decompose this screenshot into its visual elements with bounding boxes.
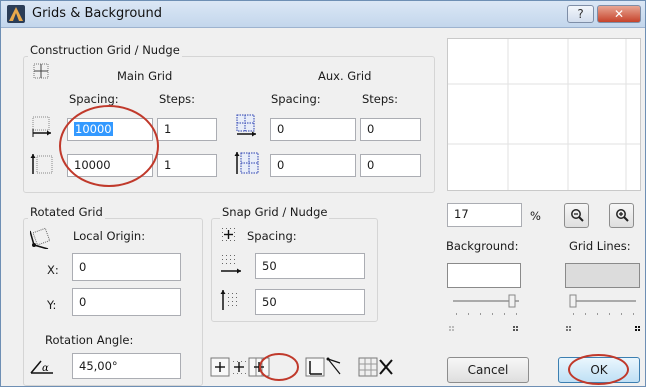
close-button[interactable]: ✕ — [597, 5, 641, 23]
origin-y-input[interactable]: 0 — [72, 288, 181, 316]
construction-grid-group-label: Construction Grid / Nudge — [28, 43, 182, 57]
background-slider[interactable] — [447, 293, 523, 333]
origin-icon — [30, 227, 51, 249]
background-slider-thumb[interactable] — [508, 294, 516, 308]
snap-grid-group-label: Snap Grid / Nudge — [220, 205, 330, 219]
main-spacing-x-input[interactable]: 10000 — [67, 118, 153, 141]
main-steps-x-input[interactable]: 1 — [157, 118, 217, 141]
snap-spacing-y-input[interactable]: 50 — [255, 289, 365, 315]
grid-lines-color-swatch[interactable] — [565, 263, 640, 288]
aux-steps-label: Steps: — [362, 92, 399, 106]
aux-grid-label: Aux. Grid — [318, 69, 372, 83]
rotated-grid-group-label: Rotated Grid — [28, 205, 105, 219]
vertical-spacing-icon — [30, 154, 53, 174]
app-icon — [7, 5, 25, 23]
angle-icon: α — [30, 360, 53, 374]
main-steps-label: Steps: — [159, 92, 196, 106]
aux-spacing-y-input[interactable]: 0 — [270, 154, 356, 177]
window-title: Grids & Background — [32, 6, 163, 21]
x-label: X: — [47, 263, 59, 277]
rotated-grid-mode-icon[interactable] — [305, 357, 341, 377]
snap-spacing-x-input[interactable]: 50 — [255, 253, 365, 279]
snap-grid-icon — [222, 228, 235, 241]
aux-steps-y-input[interactable]: 0 — [360, 154, 421, 177]
horizontal-spacing-icon — [32, 116, 51, 137]
aux-spacing-x-input[interactable]: 0 — [270, 118, 356, 141]
title-bar: Grids & Background ? ✕ — [1, 1, 645, 28]
zoom-in-icon — [615, 209, 629, 222]
rotation-angle-input[interactable]: 45,00° — [72, 353, 181, 379]
main-spacing-x-value: 10000 — [74, 122, 113, 136]
help-button[interactable]: ? — [567, 5, 594, 23]
snap-horizontal-icon — [221, 255, 241, 274]
background-label: Background: — [446, 239, 519, 253]
main-spacing-label: Spacing: — [69, 92, 119, 106]
main-steps-y-input[interactable]: 1 — [157, 154, 217, 177]
snap-vertical-icon — [220, 290, 237, 310]
local-origin-label: Local Origin: — [73, 229, 146, 243]
zoom-unit-label: % — [530, 209, 541, 223]
grid-lines-slider-thumb[interactable] — [569, 294, 577, 308]
zoom-in-button[interactable] — [609, 203, 634, 228]
hide-grid-icon[interactable] — [358, 357, 393, 377]
grid-mode-toolbar — [210, 353, 393, 381]
grid-preview — [447, 38, 641, 191]
main-grid-label: Main Grid — [117, 69, 173, 83]
zoom-out-button[interactable] — [564, 203, 589, 228]
grids-background-dialog: Grids & Background ? ✕ Construction Grid… — [0, 0, 646, 387]
ok-button[interactable]: OK — [558, 357, 640, 383]
aux-vertical-spacing-icon — [234, 152, 259, 174]
aux-spacing-label: Spacing: — [271, 92, 321, 106]
zoom-input[interactable]: 17 — [447, 203, 522, 227]
rotation-angle-label: Rotation Angle: — [45, 333, 134, 347]
preview-grid-lines — [448, 39, 640, 190]
grid-lines-slider[interactable] — [564, 293, 644, 333]
snap-toggle-icon[interactable] — [233, 361, 246, 374]
grid-lines-label: Grid Lines: — [569, 239, 631, 253]
zoom-out-icon — [570, 209, 584, 222]
svg-text:α: α — [42, 363, 49, 374]
background-color-swatch[interactable] — [447, 263, 521, 288]
snap-spacing-label: Spacing: — [247, 229, 297, 243]
main-spacing-y-input[interactable]: 10000 — [67, 154, 153, 177]
origin-x-input[interactable]: 0 — [72, 253, 181, 281]
aux-horizontal-spacing-icon — [236, 114, 256, 137]
cancel-button[interactable]: Cancel — [447, 357, 529, 383]
aux-steps-x-input[interactable]: 0 — [360, 118, 421, 141]
y-label: Y: — [47, 298, 57, 312]
grid-mode-off-icon[interactable] — [210, 357, 230, 377]
grid-icon — [33, 63, 49, 79]
